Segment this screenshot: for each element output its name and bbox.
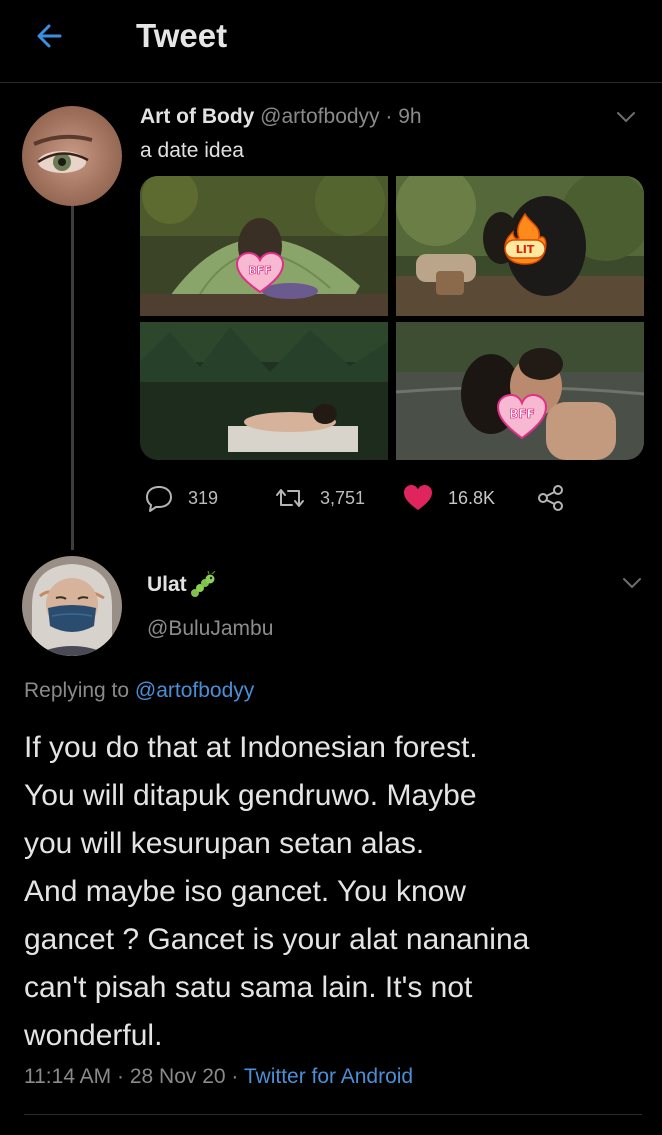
like-button[interactable]: 16.8K: [402, 480, 495, 516]
sticker-label: BFF: [509, 407, 535, 421]
heart-sticker-icon: BFF: [496, 394, 548, 440]
tweet-menu-button[interactable]: [612, 108, 640, 126]
reply-icon: [146, 486, 172, 512]
media-photo-tent[interactable]: BFF: [140, 176, 388, 316]
top-bar: Tweet: [0, 0, 662, 78]
reply-timestamp-line: 11:14 AM · 28 Nov 20 · Twitter for Andro…: [24, 1062, 413, 1092]
masked-face-photo-image: [22, 556, 122, 656]
page-title: Tweet: [136, 17, 228, 54]
reply-text: If you do that at Indonesian forest. You…: [24, 724, 654, 1060]
reply-text-line: can't pisah satu sama lain. It's not: [24, 971, 473, 1004]
heart-icon: [404, 485, 432, 510]
author-name[interactable]: Art of Body: [140, 105, 254, 128]
author-handle[interactable]: @artofbodyy: [260, 105, 379, 128]
tweet-text: a date idea: [140, 139, 244, 162]
retweet-count: 3,751: [320, 487, 366, 508]
reply-author-name[interactable]: Ulat: [147, 570, 187, 600]
fire-sticker-icon: LIT: [504, 212, 547, 265]
reply-text-line: If you do that at Indonesian forest.: [24, 731, 478, 764]
tweet-time: · 9h: [385, 105, 422, 128]
thread-connector: [71, 205, 74, 550]
reply-text-line: you will kesurupan setan alas.: [24, 827, 425, 860]
back-button[interactable]: [30, 14, 74, 58]
reply-timestamp: 11:14 AM · 28 Nov 20 ·: [24, 1065, 239, 1088]
media-photo-forest-embrace[interactable]: LIT: [396, 176, 644, 316]
eye-photo-image: [22, 106, 122, 206]
chevron-down-icon: [623, 578, 641, 589]
reply-button[interactable]: 319: [144, 480, 218, 516]
bottom-divider: [24, 1114, 642, 1115]
tweet-detail-page: Tweet Art of Body @artofbodyy · 9h a dat…: [0, 0, 662, 1135]
retweet-icon: [276, 489, 304, 507]
heart-sticker-icon: BFF: [235, 252, 285, 294]
reply-text-line: wonderful.: [24, 1019, 163, 1052]
share-button[interactable]: [536, 480, 566, 516]
reply-author-handle[interactable]: @BuluJambu: [147, 614, 273, 644]
reply-text-line: And maybe iso gancet. You know: [24, 875, 466, 908]
chevron-down-icon: [617, 112, 635, 123]
media-grid: BFF LIT BFF: [140, 176, 644, 460]
media-photo-forest-blanket[interactable]: [140, 322, 388, 460]
sticker-label: BFF: [248, 264, 271, 277]
retweet-button[interactable]: 3,751: [274, 480, 365, 516]
share-icon: [538, 485, 563, 511]
reply-text-line: gancet ? Gancet is your alat nananina: [24, 923, 530, 956]
header-divider: [0, 82, 662, 83]
source-link[interactable]: Twitter for Android: [244, 1065, 413, 1088]
tweet-action-bar: 319 3,751 16.8K: [140, 480, 610, 516]
replying-to-line: Replying to @artofbodyy: [24, 676, 254, 706]
reply-text-line: You will ditapuk gendruwo. Maybe: [24, 779, 477, 812]
sticker-label: LIT: [516, 243, 535, 256]
caterpillar-icon: [190, 570, 218, 599]
arrow-left-icon: [37, 24, 62, 48]
avatar-art-of-body[interactable]: [22, 106, 122, 206]
media-photo-river-kiss[interactable]: BFF: [396, 322, 644, 460]
like-count: 16.8K: [448, 487, 496, 508]
tweet-author-line: Art of Body @artofbodyy · 9h: [140, 102, 422, 132]
replying-prefix: Replying to: [24, 679, 130, 702]
mention-link[interactable]: @artofbodyy: [135, 679, 254, 702]
reply-menu-button[interactable]: [618, 574, 646, 592]
avatar-ulat[interactable]: [22, 556, 122, 656]
reply-count: 319: [188, 487, 219, 508]
